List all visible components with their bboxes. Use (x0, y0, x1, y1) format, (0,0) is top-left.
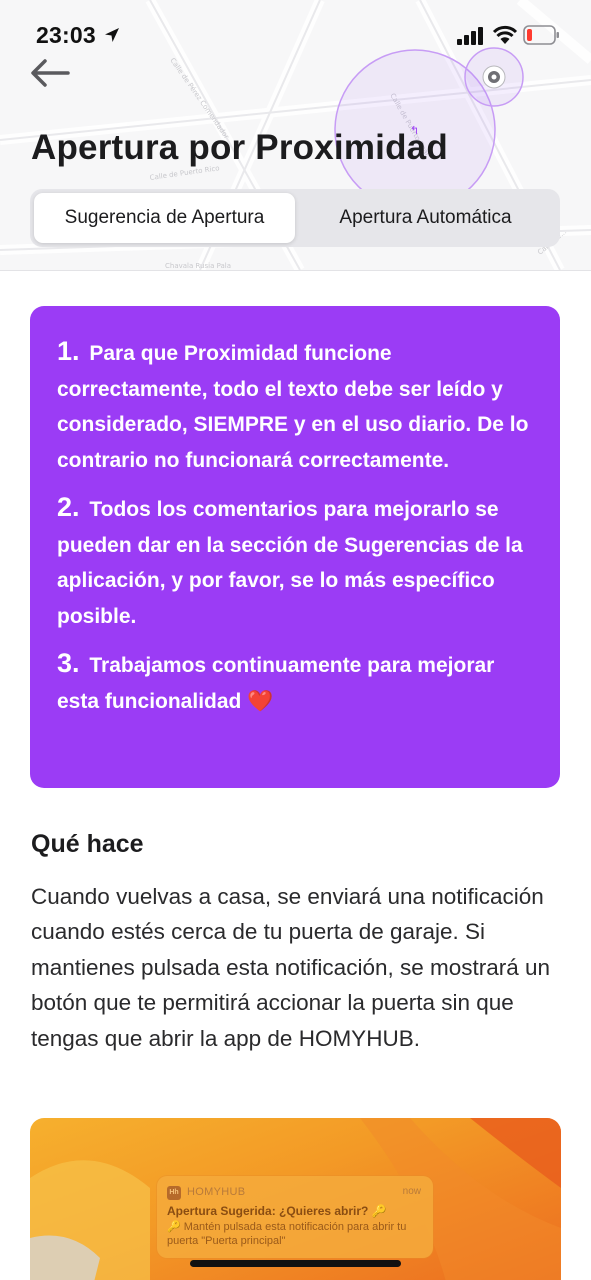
info-item-number: 1. (57, 336, 80, 366)
info-item-1: 1. Para que Proximidad funcione correcta… (57, 334, 534, 478)
status-time: 23:03 (36, 22, 96, 48)
info-item-2: 2. Todos los comentarios para mejorarlo … (57, 490, 534, 634)
sample-notification: Hh HOMYHUB now Apertura Sugerida: ¿Quier… (157, 1176, 433, 1258)
info-item-number: 2. (57, 492, 80, 522)
home-indicator[interactable] (190, 1260, 401, 1267)
mode-segmented-control: Sugerencia de Apertura Apertura Automáti… (30, 189, 560, 247)
info-item-text: Trabajamos continuamente para mejorar es… (57, 654, 495, 713)
tab-apertura-automatica[interactable]: Apertura Automática (295, 193, 556, 243)
header: Calle de Puerto Rico Calle de Pérez Come… (0, 0, 591, 271)
map-street-label: Chavala Rusia Pala (165, 262, 231, 270)
location-arrow-icon (105, 28, 119, 42)
screen: Calle de Puerto Rico Calle de Pérez Come… (0, 0, 591, 1280)
back-arrow-icon[interactable] (28, 56, 74, 90)
info-item-3: 3. Trabajamos continuamente para mejorar… (57, 646, 534, 719)
battery-low-icon (523, 25, 559, 45)
status-bar: 23:03 (0, 0, 591, 58)
info-item-number: 3. (57, 648, 80, 678)
section-description: Cuando vuelvas a casa, se enviará una no… (31, 884, 551, 1051)
notification-title: Apertura Sugerida: ¿Quieres abrir? 🔑 (167, 1204, 387, 1218)
homyhub-app-icon: Hh (167, 1186, 181, 1200)
info-item-text: Para que Proximidad funcione correctamen… (57, 342, 529, 472)
page-title: Apertura por Proximidad (31, 128, 448, 167)
notification-app-name: HOMYHUB (187, 1186, 246, 1198)
notification-time: now (402, 1186, 421, 1197)
cellular-signal-icon (457, 27, 483, 45)
important-info-card: 1. Para que Proximidad funcione correcta… (30, 306, 560, 788)
notification-body: 🔑 Mantén pulsada esta notificación para … (167, 1221, 407, 1247)
notification-preview-image: Hh HOMYHUB now Apertura Sugerida: ¿Quier… (30, 1118, 561, 1280)
info-item-text: Todos los comentarios para mejorarlo se … (57, 498, 523, 628)
section-title: Qué hace (31, 830, 144, 858)
tab-sugerencia-apertura[interactable]: Sugerencia de Apertura (34, 193, 295, 243)
wifi-icon (492, 25, 518, 44)
